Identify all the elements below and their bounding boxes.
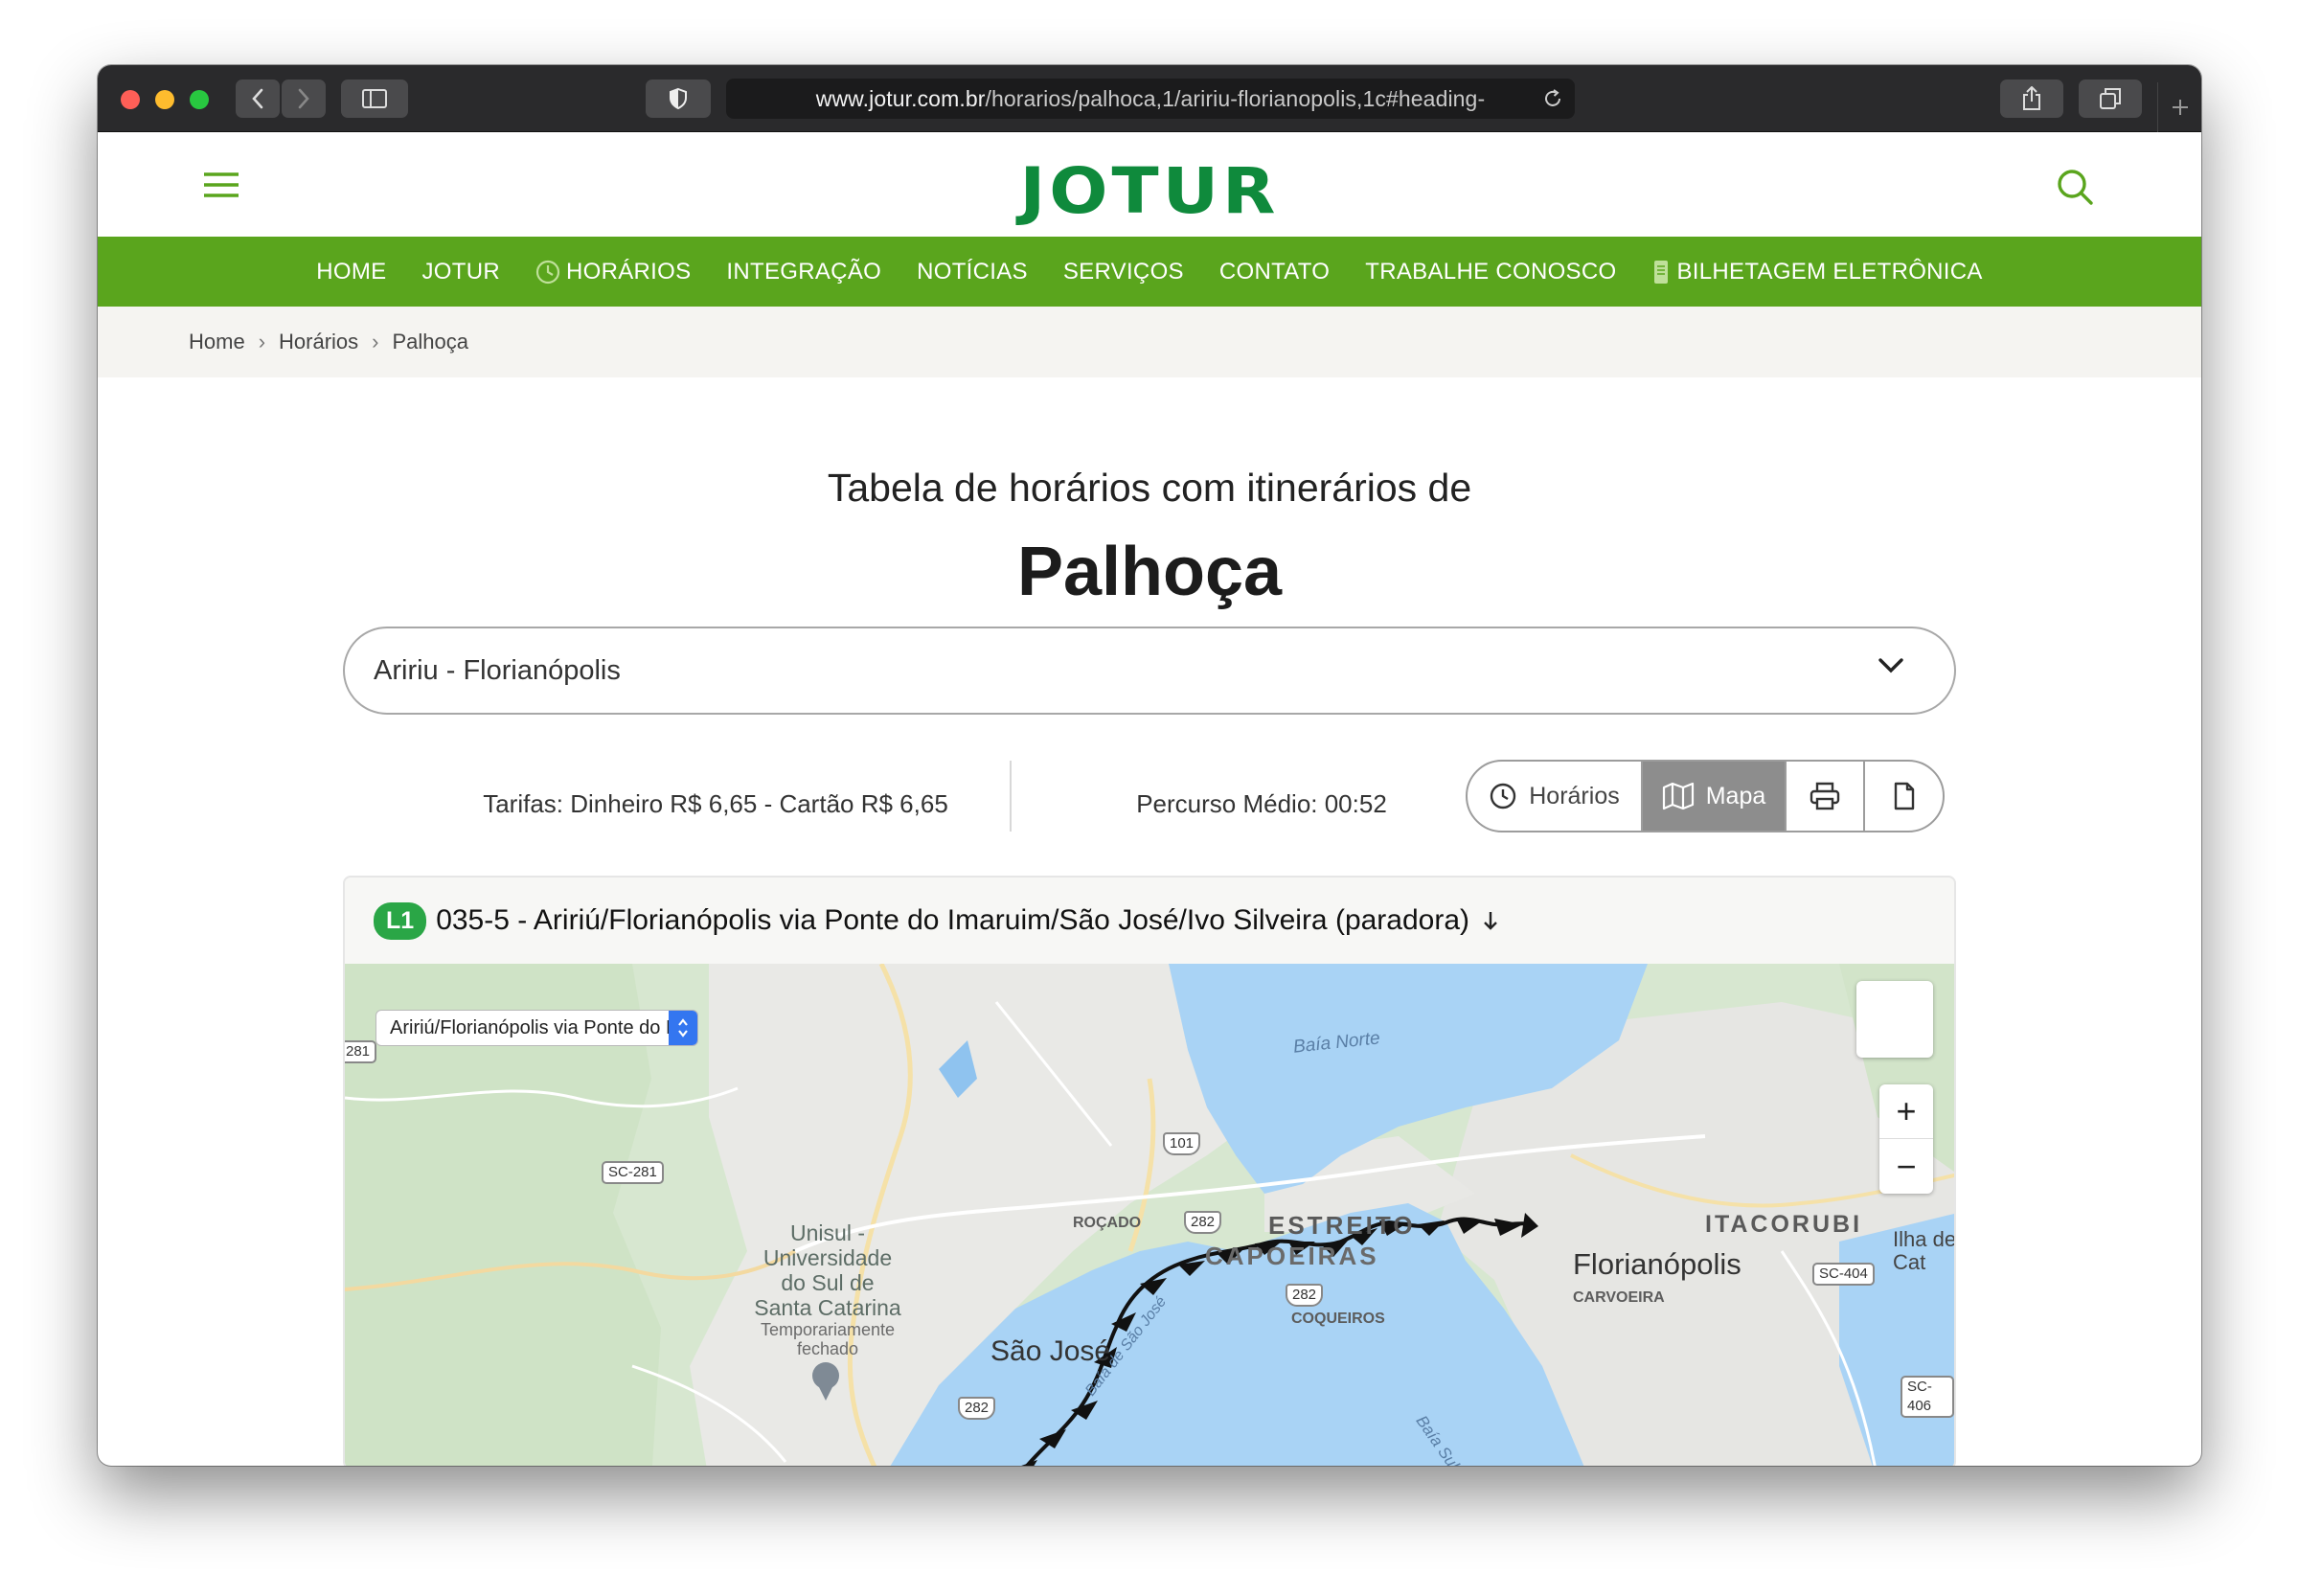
arrow-down-icon bbox=[1484, 912, 1497, 930]
map-zoom-control: + − bbox=[1879, 1084, 1933, 1194]
zoom-window-button[interactable] bbox=[190, 90, 209, 109]
map-label-unisul-status: Temporariamente fechado bbox=[760, 1320, 896, 1358]
map-fullscreen-button[interactable] bbox=[1856, 981, 1933, 1058]
breadcrumb-current: Palhoça bbox=[392, 330, 468, 353]
clock-icon bbox=[1491, 783, 1516, 809]
share-button[interactable] bbox=[2000, 80, 2063, 118]
breadcrumb: Home › Horários › Palhoça bbox=[98, 307, 2201, 377]
zoom-in-button[interactable]: + bbox=[1879, 1084, 1933, 1139]
road-shield-sc404: SC-404 bbox=[1812, 1263, 1875, 1286]
line-card: L1 035-5 - Aririú/Florianópolis via Pont… bbox=[343, 876, 1956, 1466]
page-subtitle: Tabela de horários com itinerários de bbox=[827, 466, 1472, 510]
nav-item-jotur[interactable]: JOTUR bbox=[421, 259, 500, 285]
forward-button[interactable] bbox=[282, 80, 326, 118]
chevron-left-icon bbox=[252, 88, 263, 109]
nav-item-contato[interactable]: CONTATO bbox=[1219, 259, 1330, 285]
info-divider bbox=[1010, 761, 1012, 832]
nav-item-home[interactable]: HOME bbox=[316, 259, 386, 285]
share-icon bbox=[2023, 86, 2040, 110]
minimize-window-button[interactable] bbox=[155, 90, 174, 109]
chevron-right-icon bbox=[298, 88, 309, 109]
browser-toolbar: www.jotur.com.br/horarios/palhoca,1/arir… bbox=[98, 65, 2201, 132]
map-label-florianopolis: Florianópolis bbox=[1573, 1247, 1741, 1281]
main-nav: HOME JOTUR HORÁRIOS INTEGRAÇÃO NOTÍCIAS … bbox=[98, 237, 2201, 307]
clock-icon bbox=[535, 260, 560, 284]
zoom-out-button[interactable]: − bbox=[1879, 1139, 1933, 1194]
sidebar-icon bbox=[362, 89, 387, 108]
tabs-icon bbox=[2100, 88, 2121, 109]
road-shield-sc406: SC-406 bbox=[1901, 1376, 1954, 1418]
address-bar[interactable]: www.jotur.com.br/horarios/palhoca,1/arir… bbox=[726, 79, 1575, 119]
document-button[interactable] bbox=[1865, 762, 1943, 831]
map-view-button[interactable]: Mapa bbox=[1643, 762, 1787, 831]
nav-item-trabalhe-conosco[interactable]: TRABALHE CONOSCO bbox=[1365, 259, 1616, 285]
breadcrumb-separator: › bbox=[372, 330, 379, 353]
shield-icon bbox=[670, 87, 687, 110]
fares-text: Tarifas: Dinheiro R$ 6,65 - Cartão R$ 6,… bbox=[483, 789, 948, 818]
page-title: Palhoça bbox=[1016, 534, 1283, 610]
browser-window: www.jotur.com.br/horarios/palhoca,1/arir… bbox=[98, 65, 2201, 1466]
tabs-overview-button[interactable] bbox=[2079, 80, 2142, 118]
line-badge: L1 bbox=[374, 901, 427, 940]
view-toggle-group: Horários Mapa bbox=[1466, 760, 1945, 832]
site-header: JOTUR bbox=[98, 133, 2201, 237]
site-logo[interactable]: JOTUR bbox=[98, 153, 2201, 227]
map-label-ilha: Ilha de Cat bbox=[1893, 1228, 1954, 1274]
document-icon bbox=[1894, 782, 1914, 810]
route-select[interactable]: Aririu - Florianópolis bbox=[343, 627, 1956, 715]
nav-item-horarios[interactable]: HORÁRIOS bbox=[535, 259, 691, 285]
reload-icon[interactable] bbox=[1542, 88, 1563, 109]
map-label-rocado: ROÇADO bbox=[1073, 1215, 1142, 1231]
close-window-button[interactable] bbox=[121, 90, 140, 109]
nav-item-noticias[interactable]: NOTÍCIAS bbox=[917, 259, 1028, 285]
sidebar-toggle-button[interactable] bbox=[341, 80, 408, 118]
map-label-unisul: Unisul - Universidade do Sul de Santa Ca… bbox=[754, 1220, 901, 1320]
map-variant-select-value: Aririú/Florianópolis via Ponte do Imarui… bbox=[390, 1016, 697, 1038]
route-map[interactable]: Baía Norte ESTREITO CAPOEIRAS ROÇADO COQ… bbox=[345, 964, 1954, 1466]
road-shield-101: 101 bbox=[1163, 1132, 1201, 1155]
back-button[interactable] bbox=[236, 80, 280, 118]
road-shield-sc281: SC-281 bbox=[602, 1161, 664, 1184]
road-shield-282: 282 bbox=[1286, 1284, 1324, 1307]
breadcrumb-horarios[interactable]: Horários bbox=[279, 330, 358, 354]
map-label-carvoeira: CARVOEIRA bbox=[1573, 1289, 1665, 1306]
map-label-estreito: ESTREITO bbox=[1268, 1211, 1416, 1240]
map-label-capoeiras: CAPOEIRAS bbox=[1205, 1242, 1379, 1270]
road-shield-282: 282 bbox=[958, 1397, 996, 1420]
plus-icon bbox=[2172, 100, 2188, 115]
nav-item-servicos[interactable]: SERVIÇOS bbox=[1063, 259, 1184, 285]
map-label-coqueiros: COQUEIROS bbox=[1291, 1311, 1385, 1327]
new-tab-button[interactable] bbox=[2157, 82, 2201, 132]
road-shield-282: 282 bbox=[1184, 1211, 1222, 1234]
select-stepper-icon bbox=[669, 1011, 697, 1045]
printer-icon bbox=[1810, 782, 1840, 810]
map-variant-select[interactable]: Aririú/Florianópolis via Ponte do Imarui… bbox=[376, 1010, 698, 1046]
search-icon[interactable] bbox=[2056, 168, 2094, 206]
route-select-value: Aririu - Florianópolis bbox=[374, 654, 621, 686]
nav-item-bilhetagem[interactable]: BILHETAGEM ELETRÔNICA bbox=[1651, 259, 1982, 285]
schedule-view-button[interactable]: Horários bbox=[1468, 762, 1643, 831]
road-shield-281: 281 bbox=[345, 1040, 377, 1063]
map-label-itacorubi: ITACORUBI bbox=[1705, 1211, 1863, 1238]
map-icon bbox=[1662, 782, 1694, 810]
url-host: www.jotur.com.br bbox=[815, 85, 986, 111]
card-icon bbox=[1654, 260, 1669, 284]
url-path: /horarios/palhoca,1/aririu-florianopolis… bbox=[985, 85, 1486, 111]
privacy-shield-button[interactable] bbox=[646, 80, 711, 118]
breadcrumb-separator: › bbox=[258, 330, 266, 353]
map-label-sao-jose: São José bbox=[990, 1335, 1111, 1367]
nav-item-integracao[interactable]: INTEGRAÇÃO bbox=[726, 259, 881, 285]
chevron-down-icon bbox=[1878, 658, 1903, 673]
breadcrumb-home[interactable]: Home bbox=[189, 330, 245, 354]
average-route-time: Percurso Médio: 00:52 bbox=[1136, 789, 1387, 818]
print-button[interactable] bbox=[1787, 762, 1865, 831]
line-title: 035-5 - Aririú/Florianópolis via Ponte d… bbox=[436, 904, 1470, 936]
line-header[interactable]: L1 035-5 - Aririú/Florianópolis via Pont… bbox=[345, 878, 1954, 964]
